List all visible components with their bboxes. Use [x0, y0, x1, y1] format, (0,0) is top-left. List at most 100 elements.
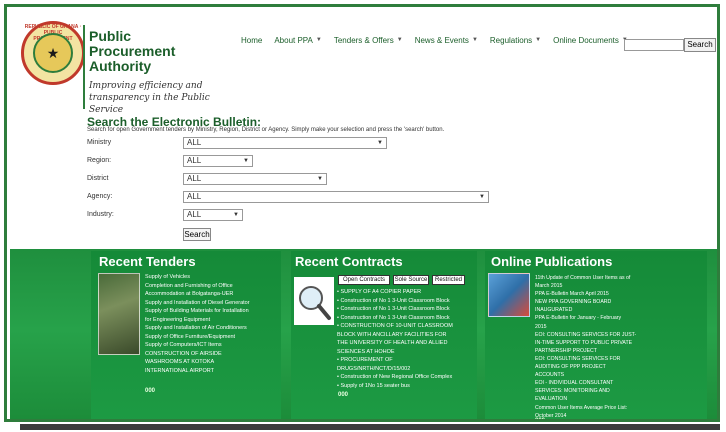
publications-list: 11th Update of Common User Items as of M…	[535, 274, 636, 419]
region-select[interactable]: ALL ▼	[183, 155, 253, 167]
chevron-down-icon: ▼	[377, 140, 383, 146]
chevron-down-icon: ▼	[396, 37, 403, 43]
tender-item[interactable]: Accommodation at Bolgatanga-UER	[145, 290, 250, 299]
main-nav: Home About PPA ▼ Tenders & Offers ▼ News &…	[235, 33, 634, 47]
publication-item[interactable]: EOI: CONSULTING SERVICES FOR	[535, 355, 636, 363]
nav-news-events[interactable]: News & Events ▼	[409, 33, 484, 47]
publication-item[interactable]: 2015	[535, 323, 636, 331]
contract-item[interactable]: BLOCK WITH ANCILLARY FACILITIES FOR	[337, 331, 453, 340]
nav-home[interactable]: Home	[235, 33, 268, 47]
tender-item[interactable]: Supply and Installation of Diesel Genera…	[145, 299, 250, 308]
nav-home-label: Home	[241, 35, 263, 45]
publication-item[interactable]: EVALUATION	[535, 395, 636, 403]
ministry-select[interactable]: ALL ▼	[183, 137, 387, 149]
industry-label: Industry:	[87, 211, 114, 218]
contracts-more-link[interactable]: 000	[338, 392, 348, 398]
nav-online-documents[interactable]: Online Documents▼	[547, 33, 634, 47]
publication-item[interactable]: AUDITING OF PPP PROJECT	[535, 363, 636, 371]
tenders-photo	[98, 273, 140, 355]
publication-item[interactable]: INAUGURATED	[535, 306, 636, 314]
contract-item[interactable]: DRUGS/NRTH/NCT/D/15/002	[337, 365, 453, 374]
region-label: Region:	[87, 157, 112, 164]
chevron-down-icon: ▼	[479, 194, 485, 200]
chevron-down-icon: ▼	[233, 212, 239, 218]
contract-item[interactable]: • Construction of New Regional Office Co…	[337, 373, 453, 382]
chevron-down-icon: ▼	[471, 37, 478, 43]
tender-item[interactable]: Completion and Furnishing of Office	[145, 282, 250, 291]
ppa-seal-logo[interactable]: REPUBLIC OF GHANA · PUBLIC PROCUREMENT A…	[21, 21, 85, 85]
agency-select[interactable]: ALL ▼	[183, 191, 489, 203]
site-search-button[interactable]: Search	[684, 38, 716, 52]
nav-news-label: News & Events	[414, 35, 469, 45]
tenders-more-link[interactable]: 000	[145, 388, 155, 394]
region-value: ALL	[187, 156, 202, 165]
tender-item[interactable]: CONSTRUCTION OF AIRSIDE	[145, 350, 250, 359]
contract-item[interactable]: • CONSTRUCTION OF 10-UNIT CLASSROOM	[337, 322, 453, 331]
contract-item[interactable]: • SUPPLY OF A4 COPIER PAPER	[337, 288, 453, 297]
nav-tenders-offers[interactable]: Tenders & Offers ▼	[328, 33, 409, 47]
tender-item[interactable]: for Engineering Equipment	[145, 316, 250, 325]
nav-regulations-label: Regulations	[489, 35, 533, 45]
brand-divider	[83, 25, 85, 109]
contract-item[interactable]: • Construction of No 1 3-Unit Classroom …	[337, 297, 453, 306]
restricted-button[interactable]: Restricted	[432, 275, 465, 285]
magnifier-icon	[299, 286, 331, 320]
nav-tenders-label: Tenders & Offers	[333, 35, 394, 45]
tender-item[interactable]: WASHROOMS AT KOTOKA	[145, 358, 250, 367]
page-shadow	[20, 424, 720, 430]
recent-tenders-title: Recent Tenders	[99, 254, 196, 269]
contract-item[interactable]: • PROCUREMENT OF	[337, 356, 453, 365]
brand-line-2: Procurement	[89, 43, 176, 59]
contract-item[interactable]: SCIENCES AT HOHOE	[337, 348, 453, 357]
chevron-down-icon: ▼	[243, 158, 249, 164]
district-label: District	[87, 175, 109, 182]
publication-item[interactable]: Common User Items Average Price List:	[535, 404, 636, 412]
publication-item[interactable]: NEW PPA GOVERNING BOARD	[535, 298, 636, 306]
open-contracts-button[interactable]: Open Contracts	[338, 275, 390, 285]
tender-item[interactable]: Supply of Vehicles	[145, 273, 250, 282]
publication-item[interactable]: IN-TIME SUPPORT TO PUBLIC PRIVATE	[535, 339, 636, 347]
publication-item[interactable]: PARTNERSHIP PROJECT	[535, 347, 636, 355]
brand-title[interactable]: Public Procurement Authority	[89, 29, 229, 74]
district-value: ALL	[187, 174, 202, 183]
publication-item[interactable]: SERVICES: MONITORING AND	[535, 387, 636, 395]
online-publications-title: Online Publications	[491, 254, 613, 269]
publication-item[interactable]: PPA E-Bulletin for January - February	[535, 314, 636, 322]
contract-item[interactable]: • Construction of No 1 3-Unit Classroom …	[337, 314, 453, 323]
tenders-list: Supply of Vehicles Completion and Furnis…	[145, 273, 250, 375]
brand-line-3: Authority	[89, 58, 152, 74]
tender-item[interactable]: Supply of Building Materials for Install…	[145, 307, 250, 316]
nav-about-ppa[interactable]: About PPA ▼	[268, 33, 328, 47]
bulletin-subtitle: Search for open Government tenders by Mi…	[87, 127, 445, 133]
page-frame: REPUBLIC OF GHANA · PUBLIC PROCUREMENT A…	[4, 4, 720, 422]
publication-item[interactable]: EOI: CONSULTING SERVICES FOR JUST-	[535, 331, 636, 339]
star-icon: ★	[46, 45, 60, 61]
sole-source-button[interactable]: Sole Source	[393, 275, 429, 285]
contract-item[interactable]: THE UNIVERSITY OF HEALTH AND ALLIED	[337, 339, 453, 348]
industry-value: ALL	[187, 210, 202, 219]
tender-item[interactable]: Supply of Computers/ICT Items	[145, 341, 250, 350]
tender-item[interactable]: Supply and Installation of Air Condition…	[145, 324, 250, 333]
tender-item[interactable]: Supply of Office Furniture/Equipment	[145, 333, 250, 342]
tagline: Improving efficiency and transparency in…	[89, 80, 239, 116]
publication-item[interactable]: 11th Update of Common User Items as of	[535, 274, 636, 282]
district-select[interactable]: ALL ▼	[183, 173, 327, 185]
contracts-magnifier-image	[294, 277, 334, 325]
chevron-down-icon: ▼	[315, 37, 322, 43]
publication-item[interactable]: PPA E-Bulletin March April 2015	[535, 290, 636, 298]
publication-item[interactable]: October 2014	[535, 412, 636, 419]
bulletin-search-button[interactable]: Search	[183, 228, 211, 241]
publication-item[interactable]: EOI - INDIVIDUAL CONSULTANT	[535, 379, 636, 387]
site-search-input[interactable]	[624, 39, 684, 51]
publications-more-link[interactable]: 000	[535, 418, 545, 419]
publication-item[interactable]: March 2015	[535, 282, 636, 290]
contract-item[interactable]: • Supply of 1No 15 seater bus	[337, 382, 453, 391]
chevron-down-icon: ▼	[317, 176, 323, 182]
industry-select[interactable]: ALL ▼	[183, 209, 243, 221]
agency-value: ALL	[187, 192, 202, 201]
tender-item[interactable]: INTERNATIONAL AIRPORT	[145, 367, 250, 376]
recent-contracts-title: Recent Contracts	[295, 254, 403, 269]
contract-item[interactable]: • Construction of No 1 3-Unit Classroom …	[337, 305, 453, 314]
publication-item[interactable]: ACCOUNTS	[535, 371, 636, 379]
nav-regulations[interactable]: Regulations ▼	[484, 33, 547, 47]
